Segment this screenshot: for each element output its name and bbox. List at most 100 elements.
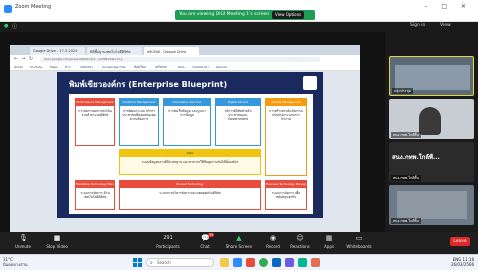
block-header: Quality Management <box>266 99 306 106</box>
participant-name: สนง.กทพ.ใกล้พื้น <box>391 218 421 224</box>
bookmark[interactable]: Knowledge Hub <box>102 65 126 69</box>
whiteboards-label: Whiteboards <box>346 244 372 249</box>
reload-icon[interactable]: ↻ <box>29 56 33 62</box>
video-feed <box>395 65 470 90</box>
view-button[interactable]: View <box>440 23 451 28</box>
video-feed <box>397 191 467 219</box>
organization-logo-icon <box>303 76 317 90</box>
participant-tile-active[interactable]: กลุ่มประชุม <box>389 56 474 96</box>
bookmark[interactable]: ระบบลงเวลา <box>192 65 209 70</box>
taskbar-search[interactable]: ⌕ Search <box>146 258 214 267</box>
apps-label: Apps <box>324 244 334 249</box>
stop-video-label: Stop Video <box>46 244 68 249</box>
bookmark[interactable]: ห้องเรียน <box>134 65 146 70</box>
apps-icon: ▦ <box>325 234 333 242</box>
participants-button[interactable]: 291 Participants <box>150 235 186 249</box>
browser-tab[interactable]: มิติพื้นฐานเทคโนโลยีดิจิทัล <box>87 47 142 55</box>
share-screen-icon: ▲ <box>236 234 242 242</box>
zoom-icon[interactable] <box>233 258 242 267</box>
zoom-logo-icon <box>4 5 12 13</box>
share-banner: You are viewing DIGI Meeting 1's screen … <box>175 10 315 20</box>
chrome-icon[interactable] <box>259 258 268 267</box>
bookmark[interactable]: แปลภาษา <box>80 65 93 70</box>
shield-icon[interactable]: ● <box>4 23 8 29</box>
leave-button[interactable]: Leave <box>450 237 470 246</box>
stop-video-button[interactable]: ■ Stop Video <box>42 235 72 250</box>
block-header: Marketing Technology Management <box>76 181 114 188</box>
block-text: ระบบการจัดการ ด้านเทคโนโลยีดิจิทัล <box>80 191 110 200</box>
zoom-titlebar: Zoom Meeting You are viewing DIGI Meetin… <box>0 0 478 22</box>
blueprint-block: Digital Service บริการดิจิทัลสำหรับประชา… <box>215 98 261 146</box>
participant-tile[interactable]: สนง.กทพ.ใกล้พื้น <box>389 99 474 139</box>
meeting-topbar: ● ⓘ Sign in View <box>0 22 478 32</box>
windows-taskbar: 31°C มีแดดบางส่วน ⌕ Search ENG 11:18 26/… <box>0 254 478 270</box>
app-icon[interactable] <box>311 258 320 267</box>
unmute-button[interactable]: 🎙 Unmute <box>8 235 38 250</box>
reactions-button[interactable]: ☺ Reactions <box>285 235 315 250</box>
blueprint-block: Product Technology ระบบการบริหารจัดการแล… <box>119 180 261 210</box>
search-icon: ⌕ <box>150 260 153 266</box>
back-icon[interactable]: ← <box>14 56 18 62</box>
forward-icon[interactable]: → <box>21 56 25 62</box>
blueprint-block: Quality Management การสร้างสรรค์นวัตกรรม… <box>265 98 307 176</box>
avatar <box>419 107 441 135</box>
slide-title: พิมพ์เขียวองค์กร (Enterprise Blueprint) <box>69 80 228 89</box>
participant-banner: สนง.กทพ.ใกล้พื... <box>392 154 440 161</box>
bookmark[interactable]: เครือข่าย <box>155 65 167 70</box>
app-icon[interactable] <box>298 258 307 267</box>
info-icon[interactable]: ⓘ <box>12 23 17 30</box>
view-options-button[interactable]: View Options <box>272 11 305 19</box>
bookmark[interactable]: ข่าว <box>65 65 70 70</box>
window-controls[interactable]: – □ ✕ <box>424 3 472 10</box>
bookmark[interactable]: DGA <box>178 65 185 69</box>
url-field[interactable]: docs.google.com/presentation/d/1.../edit… <box>40 57 320 62</box>
blueprint-block: Data ระบบข้อมูลกลางที่มีมาตรฐาน และสามาร… <box>119 149 261 175</box>
meeting-toolbar: 🎙 Unmute ■ Stop Video 291 Participants 💬… <box>0 232 478 254</box>
participant-name: สนง.กทพ.ใกล้พื้น <box>391 132 421 138</box>
block-text: การจัดการผลการดำเนินงานด้วยระบบดิจิทัล <box>78 109 112 118</box>
browser-tabbar: Google Drive - 17-3-2024 มิติพื้นฐานเทคโ… <box>10 45 360 55</box>
whiteboards-button[interactable]: ▭ Whiteboards <box>344 234 374 250</box>
bookmark[interactable]: OpenAI <box>216 65 227 69</box>
block-text: ระบบการจัดการ เพื่อสนับสนุนธุรกิจ <box>271 191 301 200</box>
record-button[interactable]: ◉ Record <box>258 235 288 250</box>
participant-tile[interactable]: สนง.กทพ.ใกล้พื... สนง.กทพ.ใกล้พื้น <box>389 142 474 182</box>
share-banner-text: You are viewing DIGI Meeting 1's screen <box>179 12 270 17</box>
bookmarks-bar: Gmail YouTube Maps ข่าว แปลภาษา Knowledg… <box>10 64 360 71</box>
bookmark[interactable]: Maps <box>50 65 58 69</box>
block-text: การพัฒนาระบบ บริการประชาชนที่ตอบสนองต่อค… <box>122 109 156 122</box>
blueprint-block: Performance Management การจัดการผลการดำเ… <box>75 98 115 146</box>
presentation-slide: พิมพ์เขียวองค์กร (Enterprise Blueprint) … <box>57 72 323 218</box>
whiteboard-icon: ▭ <box>355 234 363 242</box>
blueprint-block: Marketing Technology Management ระบบการจ… <box>75 180 115 210</box>
app-icon[interactable] <box>246 258 255 267</box>
block-text: บริการดิจิทัลสำหรับประชาชนและ Government <box>224 109 252 122</box>
participant-tile[interactable]: สนง.กทพ.ใกล้พื้น <box>389 185 474 225</box>
block-header: Customer Management <box>120 99 158 106</box>
block-header: Digital Service <box>216 99 260 106</box>
block-text: ระบบข้อมูลกลางที่มีมาตรฐาน และสามารถใช้ข… <box>141 160 239 164</box>
sign-in-link[interactable]: Sign in <box>410 23 425 28</box>
system-tray[interactable]: ENG 11:18 26/03/2566 <box>451 257 474 267</box>
chat-button[interactable]: 💬 35 Chat <box>190 233 220 249</box>
block-header: Business Technology Management <box>266 181 306 188</box>
app-icon[interactable] <box>285 258 294 267</box>
blueprint-diagram: Performance Management การจัดการผลการดำเ… <box>69 94 313 214</box>
apps-button[interactable]: ▦ Apps <box>314 234 344 250</box>
edge-icon[interactable] <box>272 258 281 267</box>
participant-name: กลุ่มประชุม <box>392 88 414 94</box>
file-explorer-icon[interactable] <box>220 258 229 267</box>
participants-label: Participants <box>156 244 180 249</box>
browser-tab[interactable]: Google Drive - 17-3-2024 <box>30 47 85 55</box>
windows-start-icon[interactable] <box>133 258 142 267</box>
weather-widget[interactable]: 31°C มีแดดบางส่วน <box>3 257 28 267</box>
blueprint-block: Customer Management การพัฒนาระบบ บริการป… <box>119 98 159 146</box>
search-placeholder: Search <box>157 260 171 265</box>
address-bar: ← → ↻ docs.google.com/presentation/d/1..… <box>10 55 360 64</box>
block-header: Performance Management <box>76 99 114 106</box>
blueprint-block: Business Technology Management ระบบการจั… <box>265 180 307 210</box>
bookmark[interactable]: Gmail <box>14 65 23 69</box>
bookmark[interactable]: YouTube <box>30 65 42 69</box>
share-screen-button[interactable]: ▲ Share Screen <box>224 234 254 250</box>
browser-tab-active[interactable]: สลับไฟล์ - Google Drive <box>144 47 199 55</box>
